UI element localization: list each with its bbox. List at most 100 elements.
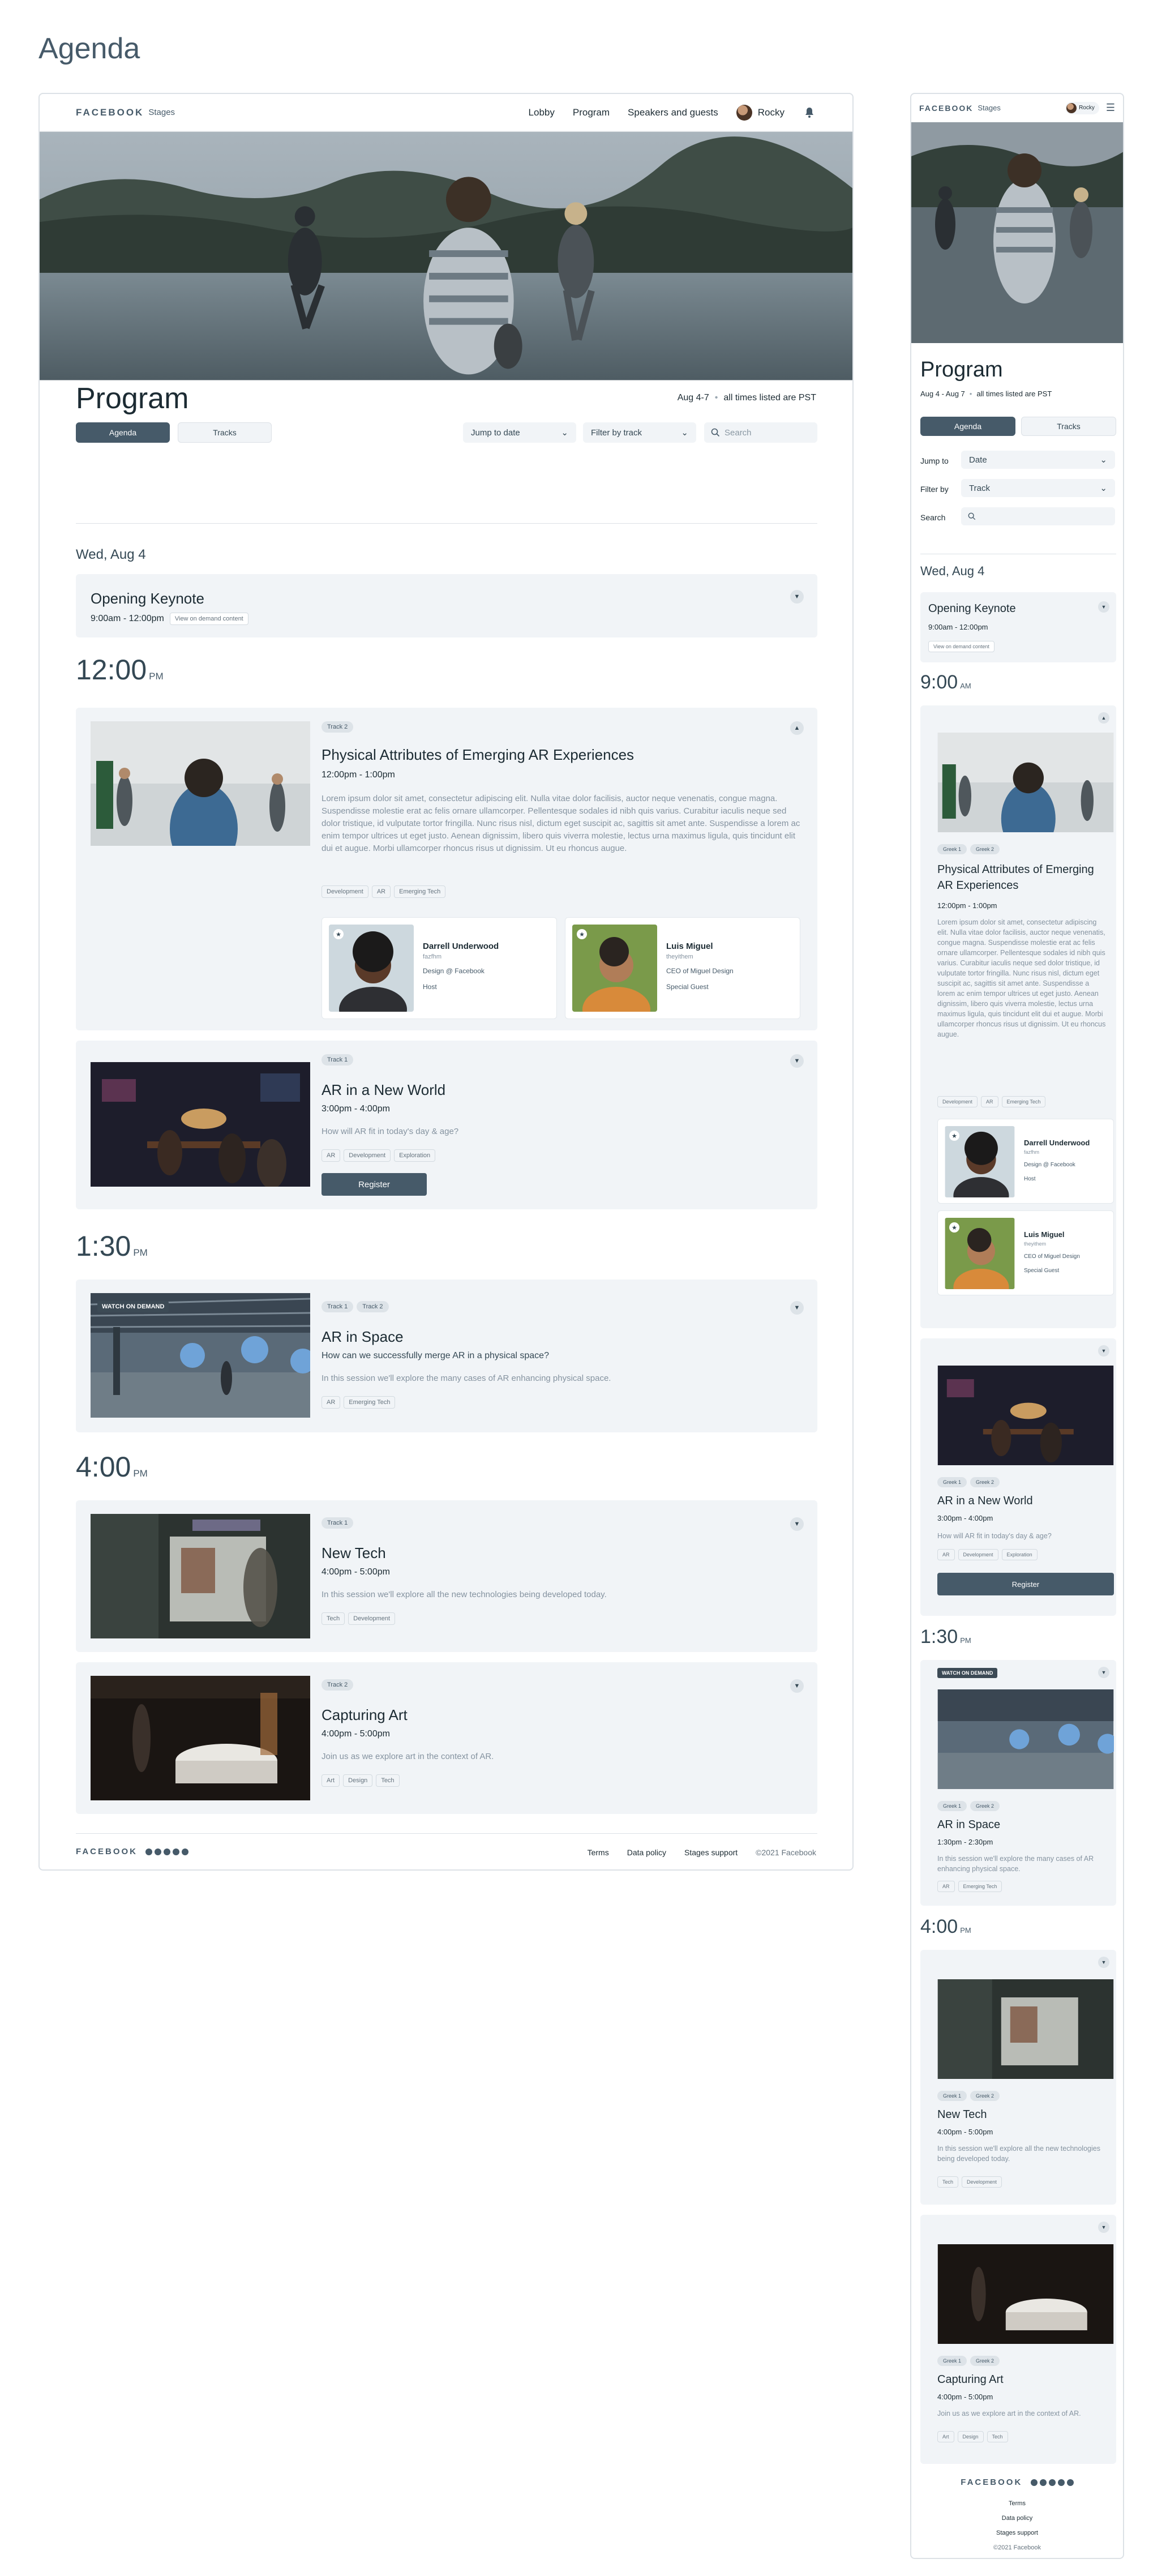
speaker-card[interactable]: ★ Darrell Underwood fazfhm Design @ Face… bbox=[937, 1119, 1114, 1204]
tab-tracks[interactable]: Tracks bbox=[1021, 417, 1116, 436]
brand-logo[interactable]: FACEBOOK bbox=[76, 107, 144, 118]
footer-logo[interactable]: FACEBOOK bbox=[76, 1847, 138, 1856]
tag-chip[interactable]: Art bbox=[937, 2431, 954, 2442]
search-input[interactable] bbox=[961, 507, 1115, 525]
tag-chip[interactable]: AR bbox=[321, 1149, 341, 1162]
tag-chip[interactable]: AR bbox=[321, 1396, 341, 1409]
social-icon[interactable] bbox=[145, 1848, 153, 1855]
session-title[interactable]: New Tech bbox=[937, 2108, 987, 2121]
filter-by-track-select[interactable]: Filter by track ⌄ bbox=[583, 422, 696, 443]
bell-icon[interactable] bbox=[803, 106, 816, 119]
session-title[interactable]: AR in Space bbox=[321, 1328, 404, 1346]
social-icon[interactable] bbox=[182, 1848, 189, 1855]
nav-link-speakers[interactable]: Speakers and guests bbox=[628, 107, 718, 118]
session-title[interactable]: AR in a New World bbox=[937, 1495, 1033, 1508]
filter-by-select[interactable]: Track ⌄ bbox=[961, 479, 1115, 497]
brand-logo[interactable]: FACEBOOK bbox=[919, 104, 973, 113]
chevron-down-icon[interactable]: ▼ bbox=[1098, 1957, 1109, 1968]
chevron-down-icon[interactable]: ▼ bbox=[790, 590, 804, 604]
session-card[interactable]: WATCH ON DEMAND Track 1 Track 2 AR in Spa… bbox=[76, 1280, 817, 1432]
session-title[interactable]: AR in a New World bbox=[321, 1081, 445, 1099]
tag-chip[interactable]: Tech bbox=[937, 2176, 959, 2188]
session-card[interactable]: ▼ Greek 1 Greek 2 AR in a New World 3:00p… bbox=[920, 1338, 1116, 1616]
footer-link-terms[interactable]: Terms bbox=[911, 2500, 1123, 2507]
session-card[interactable]: Track 1 AR in a New World 3:00pm - 4:00p… bbox=[76, 1041, 817, 1209]
chevron-down-icon[interactable]: ▼ bbox=[1098, 1345, 1109, 1357]
footer-logo[interactable]: FACEBOOK bbox=[961, 2477, 1022, 2487]
session-title[interactable]: New Tech bbox=[321, 1544, 386, 1562]
on-demand-chip[interactable]: View on demand content bbox=[928, 641, 994, 652]
social-icon[interactable] bbox=[1066, 2479, 1074, 2486]
social-icon[interactable] bbox=[173, 1848, 180, 1855]
session-title[interactable]: AR in Space bbox=[937, 1818, 1000, 1832]
tag-chip[interactable]: Tech bbox=[987, 2431, 1008, 2442]
speaker-card[interactable]: ★ Darrell Underwood fazfhm Design @ Face… bbox=[321, 917, 557, 1019]
user-menu[interactable]: Rocky bbox=[736, 104, 785, 121]
tag-chip[interactable]: Development bbox=[962, 2176, 1002, 2188]
tag-chip[interactable]: AR bbox=[371, 885, 391, 898]
session-card[interactable]: ▼ Greek 1 Greek 2 New Tech 4:00pm - 5:00p… bbox=[920, 1950, 1116, 2205]
jump-to-select[interactable]: Date ⌄ bbox=[961, 451, 1115, 469]
tag-chip[interactable]: Design bbox=[343, 1774, 373, 1787]
speaker-card[interactable]: ★ Luis Miguel theyithem CEO of Miguel De… bbox=[565, 917, 800, 1019]
social-icon[interactable] bbox=[1057, 2479, 1065, 2486]
tag-chip[interactable]: AR bbox=[937, 1881, 955, 1892]
tag-chip[interactable]: Exploration bbox=[1001, 1549, 1038, 1560]
nav-link-program[interactable]: Program bbox=[573, 107, 610, 118]
session-title[interactable]: Physical Attributes of Emerging AR Exper… bbox=[937, 862, 1107, 893]
tag-chip[interactable]: Development bbox=[344, 1149, 391, 1162]
chevron-down-icon[interactable]: ▼ bbox=[790, 1301, 804, 1315]
tag-chip[interactable]: Tech bbox=[321, 1612, 345, 1625]
chevron-down-icon[interactable]: ▼ bbox=[790, 1679, 804, 1693]
tag-chip[interactable]: Exploration bbox=[394, 1149, 436, 1162]
jump-to-date-select[interactable]: Jump to date ⌄ bbox=[463, 422, 576, 443]
tag-chip[interactable]: Design bbox=[957, 2431, 984, 2442]
footer-link-terms[interactable]: Terms bbox=[588, 1848, 609, 1857]
tag-chip[interactable]: Emerging Tech bbox=[344, 1396, 396, 1409]
session-title[interactable]: Physical Attributes of Emerging AR Exper… bbox=[321, 746, 634, 764]
tab-tracks[interactable]: Tracks bbox=[178, 422, 272, 443]
menu-icon[interactable]: ☰ bbox=[1106, 102, 1115, 114]
footer-link-data-policy[interactable]: Data policy bbox=[627, 1848, 666, 1857]
keynote-card[interactable]: Opening Keynote 9:00am - 12:00pm View on… bbox=[76, 574, 817, 637]
session-card[interactable]: Track 2 Capturing Art 4:00pm - 5:00pm Jo… bbox=[76, 1662, 817, 1814]
tab-agenda[interactable]: Agenda bbox=[76, 422, 170, 443]
session-card[interactable]: Track 1 New Tech 4:00pm - 5:00pm In this… bbox=[76, 1500, 817, 1652]
tag-chip[interactable]: Development bbox=[348, 1612, 396, 1625]
tag-chip[interactable]: AR bbox=[937, 1549, 955, 1560]
chevron-down-icon[interactable]: ▼ bbox=[1098, 2222, 1109, 2233]
tag-chip[interactable]: Tech bbox=[376, 1774, 400, 1787]
user-menu[interactable]: Rocky bbox=[1065, 101, 1099, 114]
social-icon[interactable] bbox=[1048, 2479, 1056, 2486]
social-icon[interactable] bbox=[1030, 2479, 1038, 2486]
session-card[interactable]: ▲ Greek 1 Greek 2 Physical Attributes of … bbox=[920, 705, 1116, 1328]
keynote-card[interactable]: Opening Keynote 9:00am - 12:00pm View on… bbox=[920, 592, 1116, 662]
chevron-down-icon[interactable]: ▼ bbox=[790, 1517, 804, 1531]
session-title[interactable]: Capturing Art bbox=[321, 1706, 408, 1724]
tag-chip[interactable]: Art bbox=[321, 1774, 340, 1787]
footer-link-data-policy[interactable]: Data policy bbox=[911, 2515, 1123, 2522]
session-card[interactable]: ▼ Greek 1 Greek 2 Capturing Art 4:00pm - … bbox=[920, 2215, 1116, 2464]
session-title[interactable]: Capturing Art bbox=[937, 2373, 1004, 2386]
tab-agenda[interactable]: Agenda bbox=[920, 417, 1015, 436]
footer-link-support[interactable]: Stages support bbox=[684, 1848, 738, 1857]
social-icon[interactable] bbox=[164, 1848, 171, 1855]
chevron-down-icon[interactable]: ▼ bbox=[1098, 1667, 1109, 1678]
register-button[interactable]: Register bbox=[321, 1173, 427, 1196]
tag-chip[interactable]: Emerging Tech bbox=[394, 885, 446, 898]
tag-chip[interactable]: Emerging Tech bbox=[958, 1881, 1002, 1892]
tag-chip[interactable]: Development bbox=[321, 885, 368, 898]
session-card[interactable]: Track 2 Physical Attributes of Emerging … bbox=[76, 708, 817, 1030]
tag-chip[interactable]: AR bbox=[981, 1096, 998, 1107]
chevron-up-icon[interactable]: ▲ bbox=[790, 721, 804, 735]
register-button[interactable]: Register bbox=[937, 1573, 1114, 1595]
tag-chip[interactable]: Development bbox=[958, 1549, 998, 1560]
session-card[interactable]: WATCH ON DEMAND ▼ Greek 1 Greek 2 AR in S… bbox=[920, 1660, 1116, 1906]
chevron-down-icon[interactable]: ▼ bbox=[1098, 601, 1109, 613]
speaker-card[interactable]: ★ Luis Miguel theyithem CEO of Miguel De… bbox=[937, 1210, 1114, 1295]
footer-link-support[interactable]: Stages support bbox=[911, 2530, 1123, 2536]
chevron-up-icon[interactable]: ▲ bbox=[1098, 712, 1109, 724]
tag-chip[interactable]: Development bbox=[937, 1096, 978, 1107]
tag-chip[interactable]: Emerging Tech bbox=[1001, 1096, 1046, 1107]
nav-link-lobby[interactable]: Lobby bbox=[529, 107, 555, 118]
